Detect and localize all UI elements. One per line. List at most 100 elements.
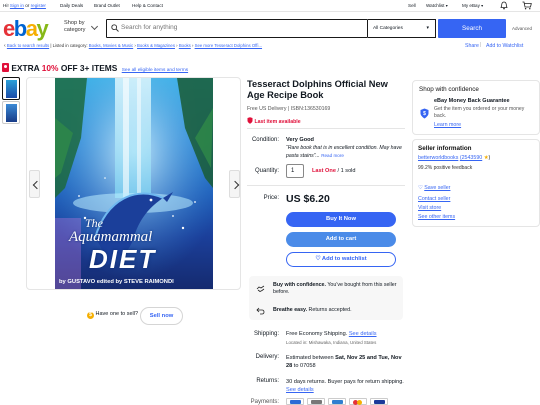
breadcrumb: ‹ Back to search results | Listed in cat… xyxy=(4,43,263,49)
add-to-watchlist-button[interactable]: ♡ Add to watchlist xyxy=(286,252,396,267)
learn-more-link[interactable]: Learn more xyxy=(434,122,461,128)
shop-confidence-title: Shop with confidence xyxy=(419,86,479,93)
book-cover-image: The Aquamammal DIET by GUSTAVO edited by… xyxy=(55,78,213,289)
shipping-details-link[interactable]: See details xyxy=(349,331,377,337)
returns-label: Returns: xyxy=(256,378,279,384)
cart-icon[interactable] xyxy=(522,1,532,11)
search-bar xyxy=(106,19,368,38)
returns-policy: 30 days returns. Buyer pays for return xyxy=(286,379,380,385)
advanced-search-link[interactable]: Advanced xyxy=(512,26,532,31)
my-ebay-label: My eBay xyxy=(462,3,480,8)
returns-policy-2: shipping. xyxy=(381,379,404,385)
ebay-logo[interactable]: ebay xyxy=(3,16,49,42)
sell-link[interactable]: Sell xyxy=(408,3,416,8)
confidence-bold: Buy with confidence. xyxy=(273,282,326,288)
delivery-label: Delivery: xyxy=(255,354,279,360)
visa-icon xyxy=(370,398,388,405)
promo-suffix: OFF 3+ ITEMS xyxy=(60,63,118,73)
previous-image-button[interactable] xyxy=(29,170,40,198)
confidence-line-1: Buy with confidence. You've bought from … xyxy=(273,282,398,296)
share-link[interactable]: Share xyxy=(465,43,479,49)
contact-seller-link[interactable]: Contact seller xyxy=(418,196,450,202)
add-to-watchlist-link[interactable]: Add to Watchlist xyxy=(486,43,523,49)
add-to-cart-button[interactable]: Add to cart xyxy=(286,232,396,247)
googlepay-icon xyxy=(307,398,325,405)
seller-score-link[interactable]: (2543590 xyxy=(460,155,482,161)
delivery-isbn: Free US Delivery | ISBN:136530169 xyxy=(247,106,331,112)
breadcrumb-item[interactable]: Books xyxy=(179,43,191,48)
add-to-watchlist-label: Add to watchlist xyxy=(321,256,367,262)
score-close-paren: ) xyxy=(488,155,491,161)
amex-icon xyxy=(328,398,346,405)
watchlist-label: Watchlist xyxy=(426,3,445,8)
listed-in-label: | Listed in category: xyxy=(50,43,88,48)
brand-outlet-link[interactable]: Brand Outlet xyxy=(94,3,120,8)
watchlist-menu[interactable]: Watchlist ▾ xyxy=(426,3,448,8)
chevron-down-icon xyxy=(90,22,99,31)
promo-terms-link[interactable]: See all eligible items and terms xyxy=(122,68,188,73)
mastercard-icon xyxy=(349,398,367,405)
sign-in-link[interactable]: Sign in xyxy=(10,3,24,8)
see-other-items-link[interactable]: See other items xyxy=(418,214,455,220)
category-select[interactable]: All Categories ▾ xyxy=(368,19,436,38)
top-utility-bar: Hi! Sign in or register Daily Deals Bran… xyxy=(0,0,540,12)
chevron-left-icon: ‹ xyxy=(4,43,6,49)
search-icon xyxy=(111,24,119,32)
image-thumbnail[interactable] xyxy=(2,77,20,100)
save-seller-link[interactable]: Save seller xyxy=(424,185,450,191)
guarantee-text: Get the item you ordered or your money b… xyxy=(434,106,525,119)
returns-details-link[interactable]: See details xyxy=(286,387,314,393)
visit-store-link[interactable]: Visit store xyxy=(418,205,441,211)
image-thumbnail[interactable] xyxy=(2,101,20,124)
search-button[interactable]: Search xyxy=(438,19,506,38)
chevron-down-icon: ▾ xyxy=(445,3,448,8)
sell-now-button[interactable]: Sell now xyxy=(140,307,183,325)
shield-icon: $ xyxy=(420,108,429,119)
back-to-results-link[interactable]: Back to search results xyxy=(7,43,49,48)
last-item-text: Last item available xyxy=(254,119,301,125)
shop-by-line2: category xyxy=(64,27,86,33)
breadcrumb-item[interactable]: See more Tesseract Dolphins Offi... xyxy=(195,43,262,48)
register-link[interactable]: register xyxy=(31,3,46,8)
product-title: Tesseract Dolphins Official New Age Reci… xyxy=(247,79,388,100)
divider xyxy=(247,185,405,186)
logo-letter-b: b xyxy=(13,16,27,41)
handshake-icon xyxy=(256,285,265,292)
greeting: Hi! Sign in or register xyxy=(3,3,46,8)
cover-title-diet: DIET xyxy=(89,244,157,274)
delivery-value: Estimated between Sat, Nov 25 and Tue, N… xyxy=(286,354,406,370)
help-contact-link[interactable]: Help & Contact xyxy=(132,3,163,8)
shop-by-line1: Shop by xyxy=(64,20,85,26)
my-ebay-menu[interactable]: My eBay ▾ xyxy=(462,3,483,8)
product-image-viewer[interactable]: The Aquamammal DIET by GUSTAVO edited by… xyxy=(26,77,241,290)
read-more-link[interactable]: Read more xyxy=(321,153,344,158)
bell-icon[interactable] xyxy=(500,1,508,11)
seller-name-link[interactable]: betterworldbooks xyxy=(418,155,458,161)
promo-percent: 10% xyxy=(41,63,59,73)
guarantee-title: eBay Money Back Guarantee xyxy=(434,98,510,104)
next-image-button[interactable] xyxy=(229,170,240,198)
save-seller-row[interactable]: ♡ Save seller xyxy=(418,185,450,191)
confidence-line-2: Breathe easy. Returns accepted. xyxy=(273,307,398,314)
search-input[interactable] xyxy=(121,24,361,31)
logo-letter-y: y xyxy=(36,16,48,41)
stock-sold: / 1 sold xyxy=(337,168,356,174)
returns-rest: Returns accepted. xyxy=(308,307,352,313)
quantity-input[interactable]: 1 xyxy=(286,164,304,178)
shop-by-category-button[interactable]: Shop by category xyxy=(64,20,99,34)
breadcrumb-item[interactable]: Books, Movies & Music xyxy=(89,43,133,48)
or-text: or xyxy=(25,3,30,8)
divider: | xyxy=(480,42,482,48)
category-select-value: All Categories xyxy=(373,26,403,31)
condition-note: “Rare book that is in excellent conditio… xyxy=(286,145,404,160)
sell-prompt: $ Have one to sell? xyxy=(87,311,138,319)
seller-name-row: betterworldbooks (2543590 ★) xyxy=(418,155,490,161)
payments-label: Payments: xyxy=(250,399,279,405)
breadcrumb-item[interactable]: Books & Magazines xyxy=(137,43,175,48)
daily-deals-link[interactable]: Daily Deals xyxy=(60,3,83,8)
paypal-icon xyxy=(286,398,304,405)
price-value: US $6.20 xyxy=(286,193,330,205)
buy-it-now-button[interactable]: Buy It Now xyxy=(286,212,396,227)
sell-question: Have one to sell? xyxy=(95,311,139,317)
return-icon xyxy=(256,307,265,315)
